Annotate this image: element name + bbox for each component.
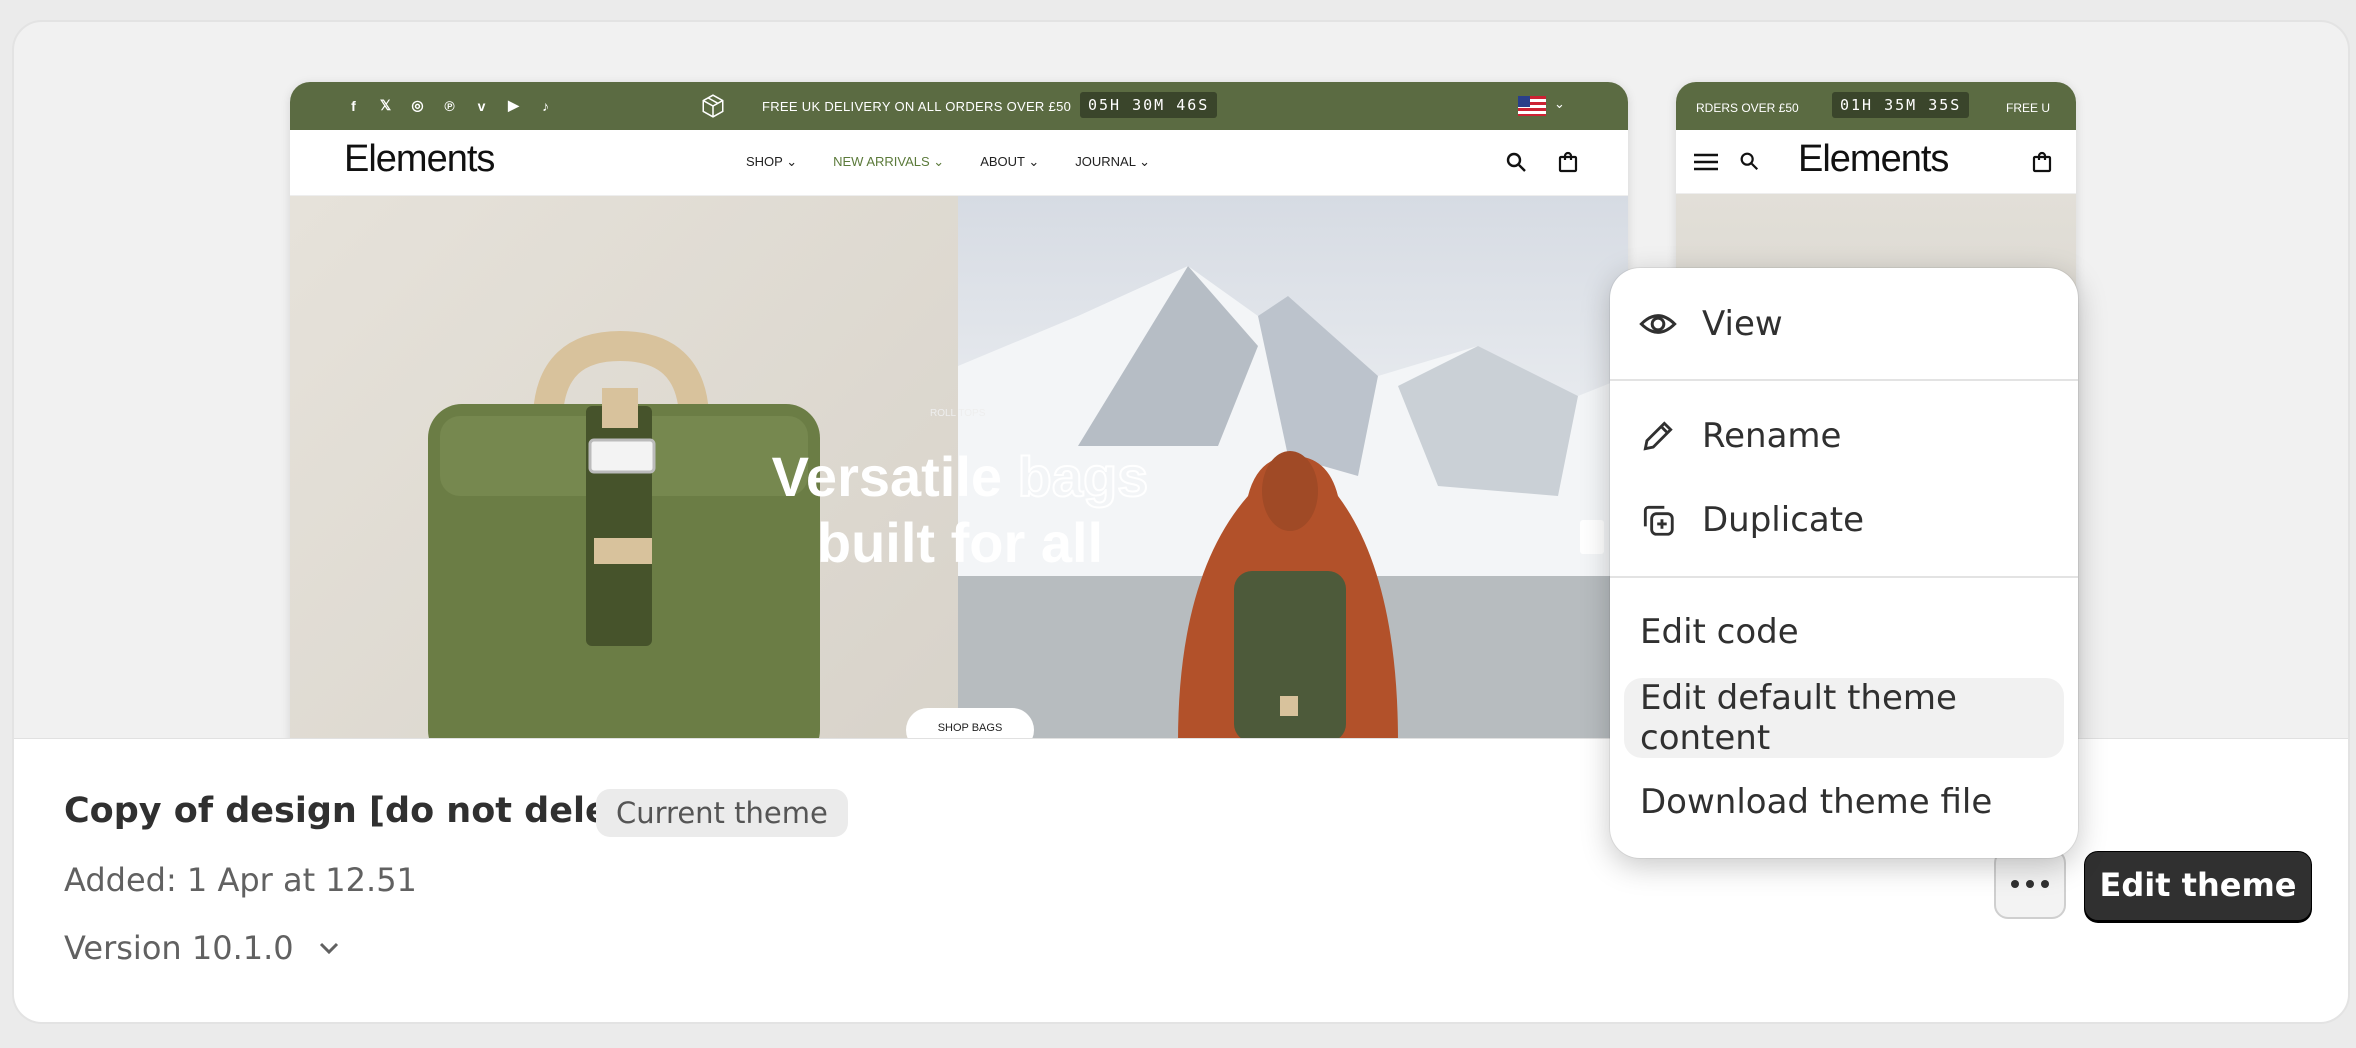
search-icon [1740,152,1759,171]
menu-item-download[interactable]: Download theme file [1624,762,2064,842]
chevron-down-icon [319,942,338,955]
social-icons: f 𝕏 ◎ ℗ v ▶ ♪ [344,96,555,115]
menu-divider [1610,576,2078,578]
menu-item-rename-label: Rename [1702,416,1842,456]
theme-version-label: Version 10.1.0 [64,929,294,967]
mobile-announcement-text-2: FREE U [2006,101,2051,115]
menu-item-duplicate[interactable]: Duplicate [1624,480,2064,560]
menu-new-arrivals: NEW ARRIVALS ⌄ [833,154,945,169]
store-logo: Elements [344,138,495,180]
mobile-announcement-text: RDERS OVER £50 [1696,101,1799,115]
theme-version-toggle[interactable]: Version 10.1.0 [64,929,340,967]
duplicate-icon [1638,500,1678,540]
eye-icon [1638,304,1678,344]
menu-item-view[interactable]: View [1624,284,2064,364]
ellipsis-icon [2011,880,2019,888]
edit-theme-button[interactable]: Edit theme [2084,851,2312,921]
menu-shop: SHOP ⌄ [746,154,798,169]
pinterest-icon: ℗ [444,97,455,114]
menu-about: ABOUT ⌄ [980,154,1040,169]
theme-added-date: Added: 1 Apr at 12.51 [64,861,417,899]
current-theme-badge: Current theme [596,789,848,837]
menu-item-download-label: Download theme file [1640,782,1993,822]
announcement-bar: f 𝕏 ◎ ℗ v ▶ ♪ FREE UK DELIVERY ON ALL OR… [290,82,1628,130]
menu-item-view-label: View [1702,304,1783,344]
hamburger-menu-icon [1694,153,1718,171]
announcement-text: FREE UK DELIVERY ON ALL ORDERS OVER £50 [762,99,1072,114]
mobile-countdown-timer: 01H 35M 35S [1832,92,1970,118]
theme-name: Copy of design [do not delete] [64,791,666,831]
vimeo-icon: v [477,97,486,114]
desktop-preview: f 𝕏 ◎ ℗ v ▶ ♪ FREE UK DELIVERY ON ALL OR… [290,82,1628,742]
menu-item-edit-default-content-label: Edit default theme content [1640,678,1957,758]
countdown-timer: 05H 30M 46S [1080,92,1218,118]
mobile-announcement-bar: RDERS OVER £50 01H 35M 35S FREE U [1676,82,2076,130]
more-actions-button[interactable] [1994,849,2066,919]
package-icon [702,94,724,118]
facebook-icon: f [351,97,356,114]
chevron-down-icon: ⌄ [1554,96,1565,111]
hero-banner: ROLL TOPS Versatile bags built for all S… [290,196,1628,742]
hero-title: Versatile bags built for all [771,444,1150,574]
mobile-store-logo: Elements [1798,138,1949,180]
hero-shop-button: SHOP BAGS [906,708,1034,742]
cart-icon [2032,151,2052,173]
menu-journal: JOURNAL ⌄ [1075,154,1150,169]
instagram-icon: ◎ [411,97,424,113]
search-icon [1506,152,1526,172]
menu-item-duplicate-label: Duplicate [1702,500,1864,540]
menu-item-edit-code[interactable]: Edit code [1624,592,2064,672]
store-menu: SHOP ⌄ NEW ARRIVALS ⌄ ABOUT ⌄ JOURNAL ⌄ [746,154,1150,170]
mobile-store-header: Elements [1676,130,2076,194]
cart-icon [1558,151,1578,173]
x-icon: 𝕏 [379,97,392,113]
hero-subtitle: ROLL TOPS [930,408,986,419]
menu-item-rename[interactable]: Rename [1624,396,2064,476]
theme-actions-menu: View Rename Duplicate Edit code Edit def… [1610,268,2078,858]
youtube-icon: ▶ [508,97,519,113]
tiktok-icon: ♪ [542,97,549,114]
pencil-icon [1638,416,1678,456]
theme-card: f 𝕏 ◎ ℗ v ▶ ♪ FREE UK DELIVERY ON ALL OR… [12,20,2350,1024]
slider-next-arrow [1580,520,1604,554]
menu-item-edit-code-label: Edit code [1640,612,1799,652]
us-flag-icon [1518,96,1546,116]
menu-item-edit-default-content[interactable]: Edit default theme content [1624,678,2064,758]
menu-divider [1610,379,2078,381]
store-header: Elements SHOP ⌄ NEW ARRIVALS ⌄ ABOUT ⌄ J… [290,130,1628,196]
